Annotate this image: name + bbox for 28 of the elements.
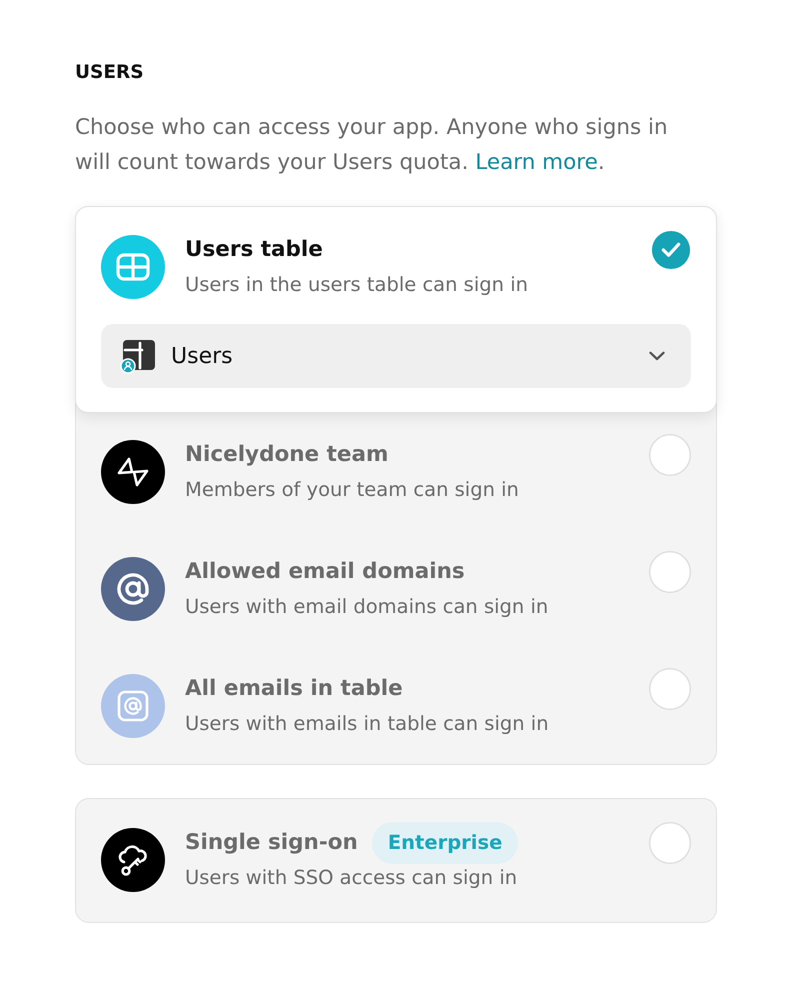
selected-option-card[interactable]: Users table Users in the users table can sign in Users: [75, 206, 717, 413]
option-description: Users with email domains can sign in: [185, 594, 550, 620]
at-sign-icon: [101, 557, 165, 621]
option-title: Nicelydone team: [185, 442, 388, 468]
chevron-down-icon: [649, 351, 665, 361]
option-description: Users with emails in table can sign in: [185, 710, 550, 736]
table-user-icon: [120, 338, 156, 374]
option-title: Single sign-on: [185, 830, 358, 856]
radio-button[interactable]: [649, 668, 691, 710]
learn-more-link[interactable]: Learn more: [475, 150, 598, 175]
radio-button[interactable]: [651, 230, 691, 270]
section-heading: USERS: [75, 62, 145, 84]
radio-button[interactable]: [649, 434, 691, 476]
option-description: Users in the users table can sign in: [185, 272, 529, 298]
triangles-logo-icon: [101, 440, 165, 504]
option-title: Users table: [185, 236, 323, 262]
section-description: Choose who can access your app. Anyone who signs in will count towards your Users quota. Learn more.: [75, 114, 669, 177]
table-icon: [101, 235, 165, 299]
cloud-key-icon: [101, 828, 165, 892]
table-dropdown[interactable]: Users: [101, 324, 691, 388]
option-description: Users with SSO access can sign in: [185, 864, 518, 890]
option-description: Members of your team can sign in: [185, 476, 520, 502]
radio-button[interactable]: [649, 550, 691, 592]
plan-badge: Enterprise: [372, 822, 518, 864]
radio-button[interactable]: [649, 822, 691, 864]
framed-at-sign-icon: [101, 674, 165, 738]
option-title: Allowed email domains: [185, 558, 465, 584]
option-title: All emails in table: [185, 676, 403, 702]
